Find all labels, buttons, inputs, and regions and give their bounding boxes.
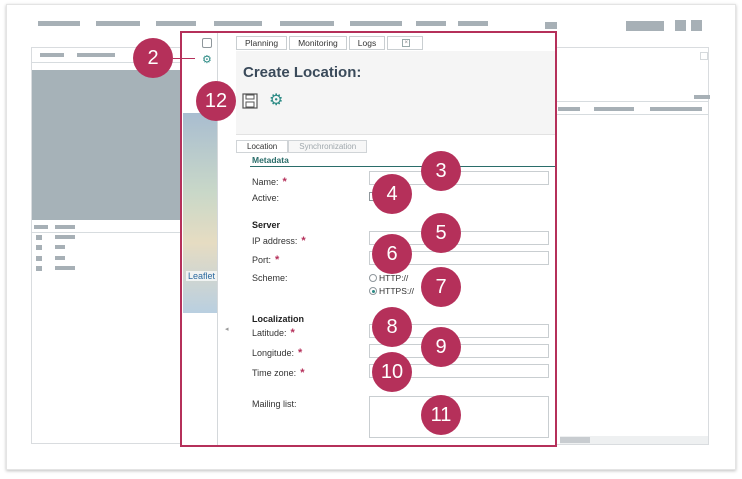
settings-gear-icon[interactable]: ⚙	[202, 55, 212, 66]
tab-synchronization[interactable]: Synchronization	[288, 140, 368, 153]
name-label: Name: *	[252, 176, 287, 188]
right-panel-rule	[557, 114, 709, 115]
list-row	[55, 266, 75, 270]
right-column-header	[594, 107, 634, 111]
section-localization: Localization	[252, 314, 305, 324]
sub-tabs: Location Synchronization	[236, 140, 368, 153]
callout-3: 3	[421, 151, 461, 191]
callout-10: 10	[372, 352, 412, 392]
tab-active[interactable]: ×	[387, 36, 424, 50]
active-label: Active:	[252, 193, 280, 203]
tab-location[interactable]: Location	[236, 140, 289, 153]
scheme-label: Scheme:	[252, 273, 288, 283]
list-row	[36, 266, 42, 271]
name-label-text: Name:	[252, 177, 279, 187]
nav-placeholder	[156, 21, 196, 26]
scheme-https-option[interactable]: HTTPS://	[369, 286, 414, 296]
ip-address-label: IP address: *	[252, 235, 306, 247]
nav-placeholder	[545, 22, 557, 29]
top-tabs: Planning Monitoring Logs ×	[236, 36, 424, 50]
required-mark: *	[282, 176, 287, 188]
list-header	[34, 225, 48, 229]
list-rule	[32, 232, 182, 233]
nav-placeholder	[96, 21, 140, 26]
ip-address-label-text: IP address:	[252, 236, 298, 246]
list-row	[36, 235, 42, 240]
required-mark: *	[298, 347, 303, 359]
callout-8: 8	[372, 307, 412, 347]
scheme-http-option[interactable]: HTTP://	[369, 273, 408, 283]
page-title: Create Location:	[243, 64, 362, 81]
mini-map[interactable]	[183, 113, 217, 313]
nav-placeholder	[458, 21, 488, 26]
nav-placeholder	[416, 21, 446, 26]
right-panel-header	[694, 95, 710, 99]
list-row	[55, 245, 65, 249]
list-header	[55, 225, 75, 229]
tab-planning[interactable]: Planning	[236, 36, 288, 50]
required-mark: *	[290, 327, 295, 339]
callout-9: 9	[421, 327, 461, 367]
left-panel-tab	[40, 53, 64, 57]
tab-logs[interactable]: Logs	[348, 36, 386, 50]
port-label-text: Port:	[252, 255, 272, 265]
callout-2-connector	[173, 58, 195, 59]
refresh-icon[interactable]	[700, 52, 708, 60]
callout-11: 11	[421, 395, 461, 435]
required-mark: *	[301, 235, 306, 247]
longitude-label-text: Longitude:	[252, 348, 295, 358]
nav-placeholder	[691, 20, 702, 31]
nav-placeholder	[280, 21, 334, 26]
nav-placeholder	[350, 21, 402, 26]
time-zone-label: Time zone: *	[252, 367, 304, 379]
callout-5: 5	[421, 213, 461, 253]
latitude-label-text: Latitude:	[252, 328, 287, 338]
create-location-dialog: ⚙ Leaflet Planning Monitoring Logs × Cre…	[180, 31, 557, 447]
right-column-header	[650, 107, 702, 111]
collapse-handle[interactable]: ◂	[225, 325, 229, 333]
section-divider	[250, 166, 555, 167]
radio-http[interactable]	[369, 274, 377, 282]
callout-4: 4	[372, 174, 412, 214]
form-header: Create Location: ⚙ Location Synchronizat…	[236, 51, 555, 153]
nav-placeholder	[214, 21, 262, 26]
section-server: Server	[252, 220, 281, 230]
nav-placeholder	[675, 20, 686, 31]
map-view	[32, 70, 182, 220]
nav-placeholder	[38, 21, 80, 26]
callout-6: 6	[372, 234, 412, 274]
close-icon[interactable]: ×	[402, 39, 411, 47]
leaflet-attribution[interactable]: Leaflet	[186, 271, 218, 281]
nav-placeholder	[626, 21, 664, 31]
list-row	[55, 235, 75, 239]
required-mark: *	[300, 367, 305, 379]
tab-monitoring[interactable]: Monitoring	[289, 36, 347, 50]
callout-7: 7	[421, 267, 461, 307]
required-mark: *	[275, 254, 280, 266]
right-panel-rule	[557, 101, 709, 102]
callout-2: 2	[133, 38, 173, 78]
callout-12: 12	[196, 81, 236, 121]
list-row	[36, 256, 42, 261]
longitude-label: Longitude: *	[252, 347, 302, 359]
latitude-label: Latitude: *	[252, 327, 295, 339]
time-zone-label-text: Time zone:	[252, 368, 297, 378]
list-row	[36, 245, 42, 250]
radio-http-label: HTTP://	[379, 273, 409, 283]
radio-https-label: HTTPS://	[379, 286, 414, 296]
radio-https[interactable]	[369, 287, 377, 295]
list-row	[55, 256, 65, 260]
section-metadata: Metadata	[252, 155, 289, 165]
mailing-list-label: Mailing list:	[252, 399, 297, 409]
refresh-icon[interactable]	[202, 38, 212, 48]
save-icon[interactable]	[242, 93, 260, 109]
right-column-header	[558, 107, 580, 111]
horizontal-scrollbar[interactable]	[560, 436, 708, 444]
port-label: Port: *	[252, 254, 279, 266]
left-panel-tab	[77, 53, 115, 57]
gear-icon[interactable]: ⚙	[269, 93, 285, 109]
scrollbar-thumb[interactable]	[560, 437, 590, 443]
